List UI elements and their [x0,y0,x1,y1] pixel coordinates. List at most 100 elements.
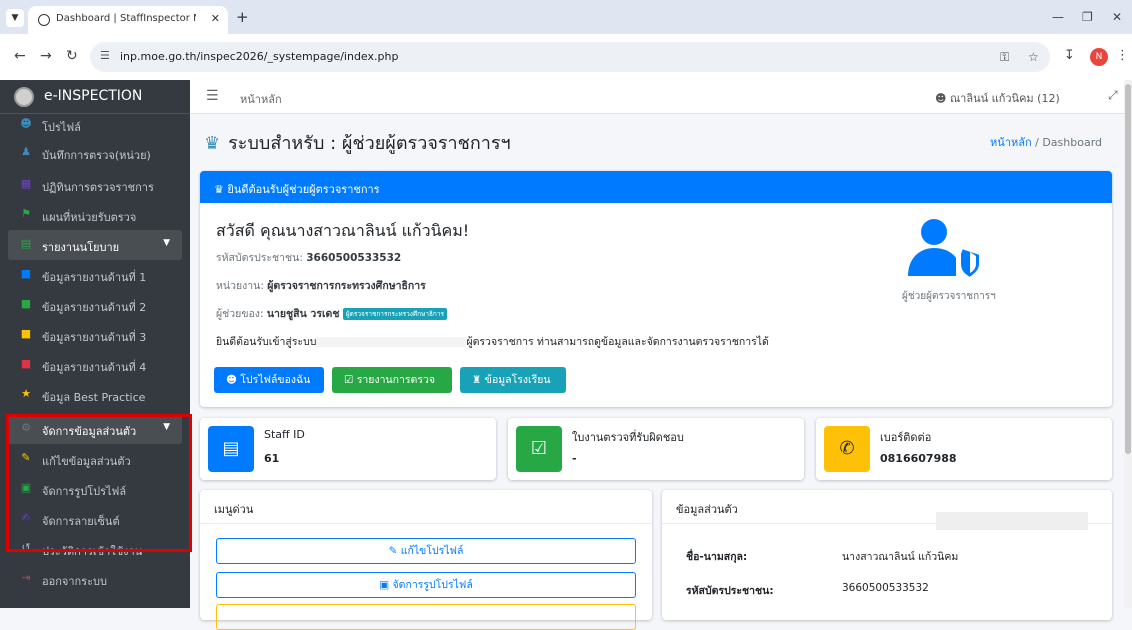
doc-icon: ■ [20,327,32,340]
school-info-button[interactable]: ♜ ข้อมูลโรงเรียน [460,367,566,393]
address-bar-row: ← → ↻ ☰ inp.moe.go.th/inspec2026/_system… [0,34,1132,80]
topnav-home-link[interactable]: หน้าหลัก [240,90,282,108]
status-badge: ผู้ตรวจราชการกระทรวงศึกษาธิการ [342,308,448,320]
manage-profile-image-button[interactable]: ▣ จัดการรูปโปรไฟล์ [216,572,636,598]
sidebar-item-label: ข้อมูล Best Practice [42,391,146,404]
download-icon[interactable]: ↧ [1064,48,1075,63]
breadcrumb-home[interactable]: หน้าหลัก [990,136,1032,149]
id-card-icon: ▤ [208,426,254,472]
sidebar-item-label: ข้อมูลรายงานด้านที่ 3 [42,331,147,344]
phone-icon: ✆ [824,426,870,472]
logout-icon: ⇥ [21,571,31,584]
sidebar-item-label: รายงานนโยบาย [42,241,120,254]
greeting: สวัสดี คุณนางสาวณาลินน์ แก้วนิคม! [216,221,470,240]
sidebar-item-label: ข้อมูลรายงานด้านที่ 2 [42,301,147,314]
info-box-assignments: ☑ ใบงานตรวจที่รับผิดชอบ - [508,418,804,480]
welcome-message: ยินดีต้อนรับเข้าสู่ระบบ ผู้ตรวจราชการ ท่า… [216,336,769,348]
citizen-id-line: รหัสบัตรประชาชน: 3660500533532 [216,252,402,264]
sidebar-item[interactable]: ♟ บันทึกการตรวจ(หน่วย) [0,138,190,168]
tab-search-button[interactable]: ▼ [6,9,24,27]
sidebar-item[interactable]: ⇥ ออกจากระบบ [0,564,190,594]
personal-name: นางสาวณาลินน์ แก้วนิคม [842,551,959,563]
image-icon: ▣ [379,579,390,591]
brand-link[interactable]: e-INSPECTION [0,80,190,114]
my-profile-button[interactable]: ☻ โปรไฟล์ของฉัน [214,367,324,393]
welcome-card-header: ♛ ยินดีต้อนรับผู้ช่วยผู้ตรวจราชการ [200,171,1112,203]
top-navbar: ☰ หน้าหลัก ☻ ณาลินน์ แก้วนิคม (12) ⤢ [190,80,1132,114]
doc-icon: ■ [20,267,32,280]
personal-info-card: ข้อมูลส่วนตัว ชื่อ-นามสกุล: นางสาวณาลินน… [662,490,1112,620]
assistant-of-line: ผู้ช่วยของ: นายชูสิน วรเดช ผู้ตรวจราชการ… [216,305,448,322]
map-icon: ⚑ [21,207,31,220]
sidebar-item[interactable]: ▤ รายงานนโยบาย ▼ [8,230,182,260]
calendar-icon: ▦ [20,177,32,190]
topnav-user-menu[interactable]: ☻ ณาลินน์ แก้วนิคม (12) [935,89,1060,107]
user-icon: ☻ [935,92,947,105]
school-icon: ♜ [472,374,482,386]
sidebar-item[interactable]: ★ ข้อมูล Best Practice [0,380,190,410]
sidebar-item-label: ออกจากระบบ [42,575,107,588]
breadcrumb: หน้าหลัก / Dashboard [990,136,1103,149]
back-arrow-icon[interactable]: ← [14,48,26,64]
user-shield-icon: ♛ [214,183,224,196]
doc-icon: ■ [20,357,32,370]
welcome-card: ♛ ยินดีต้อนรับผู้ช่วยผู้ตรวจราชการ สวัสด… [200,171,1112,407]
bookmark-star-icon[interactable]: ☆ [1028,50,1039,64]
user-shield-icon [908,219,981,278]
sidebar-item[interactable]: ■ ข้อมูลรายงานด้านที่ 2 [0,290,190,320]
quick-menu-card: เมนูด่วน ✎ แก้ไขโปรไฟล์ ▣ จัดการรูปโปรไฟ… [200,490,652,630]
info-box-phone: ✆ เบอร์ติดต่อ 0816607988 [816,418,1112,480]
reload-icon[interactable]: ↻ [66,48,78,64]
sidebar-item[interactable]: ⚑ แผนที่หน่วยรับตรวจ [0,200,190,230]
users-icon: ♟ [21,145,31,158]
url-text: inp.moe.go.th/inspec2026/_systempage/ind… [120,50,399,63]
scrollbar-thumb[interactable] [1125,84,1131,454]
restore-icon[interactable]: ❐ [1082,10,1093,24]
user-icon: ☻ [20,117,32,130]
info-box-staff-id: ▤ Staff ID 61 [200,418,496,480]
clipboard-check-icon: ☑ [344,374,354,386]
award-icon: ★ [21,387,31,400]
kebab-menu-icon[interactable]: ⋮ [1116,48,1129,63]
site-settings-icon[interactable]: ☰ [100,49,110,62]
sidebar-item-label: ข้อมูลรายงานด้านที่ 1 [42,271,147,284]
personal-info-title: ข้อมูลส่วนตัว [676,503,738,516]
sidebar-item-label: แผนที่หน่วยรับตรวจ [42,211,137,224]
close-icon[interactable]: ✕ [211,12,220,25]
window-close-icon[interactable]: ✕ [1112,10,1122,24]
fullscreen-icon[interactable]: ⤢ [1108,88,1118,103]
chevron-down-icon: ▼ [163,238,170,248]
sidebar-item[interactable]: ▦ ปฏิทินการตรวจราชการ [0,170,190,200]
personal-citizen-id: 3660500533532 [842,582,929,594]
brand-name: e-INSPECTION [44,88,143,104]
edit-profile-button[interactable]: ✎ แก้ไขโปรไฟล์ [216,538,636,564]
sidebar-item-label: ข้อมูลรายงานด้านที่ 4 [42,361,147,374]
browser-tab[interactable]: Dashboard | StaffInspector Mo ✕ [28,6,228,34]
minimize-icon[interactable]: — [1052,10,1064,24]
welcome-header-text: ยินดีต้อนรับผู้ช่วยผู้ตรวจราชการ [227,183,380,196]
breadcrumb-current: Dashboard [1042,136,1103,149]
sidebar-item[interactable]: ■ ข้อมูลรายงานด้านที่ 4 [0,350,190,380]
profile-avatar[interactable]: N [1090,48,1108,66]
password-key-icon[interactable]: ⚿ [1000,50,1009,65]
user-shield-icon: ♛ [204,133,221,154]
inspection-report-button[interactable]: ☑ รายงานการตรวจ [332,367,452,393]
url-field[interactable]: ☰ inp.moe.go.th/inspec2026/_systempage/i… [90,42,1050,72]
browser-tab-bar: ▼ Dashboard | StaffInspector Mo ✕ + — ❐ … [0,0,1132,34]
unit-line: หน่วยงาน: ผู้ตรวจราชการกระทรวงศึกษาธิการ [216,280,426,292]
hamburger-menu-icon[interactable]: ☰ [206,88,219,104]
sidebar-item[interactable]: ■ ข้อมูลรายงานด้านที่ 1 [0,260,190,290]
file-icon: ▤ [20,237,32,250]
sidebar-item[interactable]: ■ ข้อมูลรายงานด้านที่ 3 [0,320,190,350]
forward-arrow-icon[interactable]: → [40,48,52,64]
user-edit-icon: ✎ [388,545,398,557]
clipboard-check-icon: ☑ [516,426,562,472]
redacted-area [936,512,1088,530]
new-tab-button[interactable]: + [236,8,249,26]
sidebar-item-label: บันทึกการตรวจ(หน่วย) [42,149,151,162]
brand-logo-icon [14,87,34,107]
role-label: ผู้ช่วยผู้ตรวจราชการฯ [902,291,996,302]
quick-menu-title: เมนูด่วน [214,503,254,516]
sidebar-item-label: โปรไฟล์ [42,121,81,134]
sidebar-item[interactable]: ☻ โปรไฟล์ [0,110,190,140]
